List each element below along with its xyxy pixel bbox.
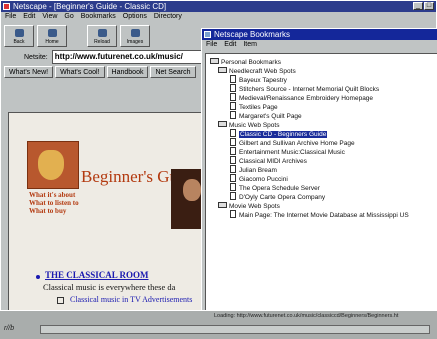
bookmark-page-icon — [230, 75, 236, 84]
status-bar: Loading: http://www.futurenet.co.uk/musi… — [0, 310, 437, 339]
minimize-button[interactable]: _ — [413, 2, 423, 10]
bookmarks-tree: Personal Bookmarks Needlecraft Web Spots… — [205, 53, 437, 313]
page-subheadings: What it's about What to listen to What t… — [29, 191, 79, 215]
home-button[interactable]: Home — [37, 25, 67, 47]
net-search-button[interactable]: Net Search — [150, 66, 196, 78]
whats-cool-button[interactable]: What's Cool! — [55, 66, 105, 78]
location-input[interactable]: http://www.futurenet.co.uk/music/ — [51, 50, 204, 64]
subheading-about: What it's about — [29, 191, 76, 199]
window-controls: _ □ — [413, 2, 434, 10]
bookmark-item[interactable]: Margaret's Quilt Page — [230, 111, 302, 121]
bookmark-page-icon — [230, 210, 236, 219]
bookmark-page-icon — [230, 192, 236, 201]
page-banner-graphic — [27, 141, 79, 189]
page-body-text: Classical music is everywhere these da — [43, 282, 176, 292]
bookmarks-menubar: File Edit Item — [202, 40, 437, 52]
bookmark-item[interactable]: Main Page: The Internet Movie Database a… — [230, 210, 409, 220]
menu-edit[interactable]: Edit — [23, 13, 35, 22]
images-button[interactable]: Images — [120, 25, 150, 47]
bookmark-item[interactable]: The Opera Schedule Server — [230, 183, 320, 193]
bookmark-item-selected[interactable]: Classic CD - Beginners Guide — [230, 129, 328, 139]
menu-view[interactable]: View — [42, 13, 57, 22]
maximize-button[interactable]: □ — [424, 2, 434, 10]
menu-options[interactable]: Options — [123, 13, 147, 22]
bookmark-item[interactable]: Julian Bream — [230, 165, 277, 175]
horizontal-scrollbar[interactable] — [40, 325, 430, 334]
whats-new-button[interactable]: What's New! — [4, 66, 54, 78]
bookmark-folder[interactable]: Movie Web Spots — [218, 202, 280, 211]
subheading-listen: What to listen to — [29, 199, 79, 207]
bookmark-item[interactable]: Classical MIDI Archives — [230, 156, 307, 166]
browser-menubar: File Edit View Go Bookmarks Options Dire… — [1, 12, 436, 23]
page-content: Beginner's Guide What it's about What to… — [8, 112, 227, 313]
images-icon — [131, 29, 140, 37]
bookmarks-menu-item[interactable]: Item — [243, 41, 257, 51]
bookmark-item[interactable]: Gilbert and Sullivan Archive Home Page — [230, 138, 355, 148]
bookmarks-window-icon — [204, 31, 211, 38]
bookmarks-title: Netscape Bookmarks — [214, 30, 291, 39]
bookmark-item[interactable]: Medieval/Renaissance Embroidery Homepage — [230, 93, 373, 103]
bookmarks-window: Netscape Bookmarks File Edit Item Person… — [201, 28, 437, 320]
checkbox-icon — [57, 296, 64, 304]
folder-open-icon — [210, 58, 219, 65]
menu-file[interactable]: File — [5, 13, 16, 22]
bookmark-item[interactable]: Giacomo Puccini — [230, 174, 288, 184]
menu-bookmarks[interactable]: Bookmarks — [81, 13, 116, 22]
home-icon — [48, 29, 57, 37]
bookmark-folder[interactable]: Personal Bookmarks — [210, 58, 281, 67]
browser-title-bar[interactable]: Netscape - [Beginner's Guide - Classic C… — [1, 1, 436, 12]
portrait-face — [183, 179, 201, 201]
bookmark-page-icon — [230, 111, 236, 120]
bookmarks-menu-file[interactable]: File — [206, 41, 217, 51]
bookmark-page-icon — [230, 183, 236, 192]
page-list-item: Classical music in TV Advertisements — [57, 295, 192, 304]
location-label: Netsite: — [24, 53, 48, 61]
bookmark-page-icon — [230, 93, 236, 102]
bookmark-page-icon — [230, 174, 236, 183]
violin-icon — [38, 150, 64, 180]
bookmark-page-icon — [230, 165, 236, 174]
subheading-buy: What to buy — [29, 207, 67, 215]
menu-go[interactable]: Go — [64, 13, 73, 22]
bookmark-item[interactable]: D'Oyly Carte Opera Company — [230, 192, 325, 202]
status-text: Loading: http://www.futurenet.co.uk/musi… — [214, 313, 399, 319]
bookmarks-title-bar[interactable]: Netscape Bookmarks — [202, 29, 437, 40]
classical-room-link[interactable]: THE CLASSICAL ROOM — [45, 270, 149, 280]
bookmarks-menu-edit[interactable]: Edit — [224, 41, 236, 51]
bookmark-page-icon — [230, 138, 236, 147]
bookmark-item[interactable]: Bayeux Tapestry — [230, 75, 287, 85]
back-arrow-icon — [15, 29, 24, 37]
bottom-status-text: r//b — [4, 325, 15, 332]
menu-directory[interactable]: Directory — [154, 13, 182, 22]
bookmark-page-icon — [230, 84, 236, 93]
reload-button[interactable]: Reload — [87, 25, 117, 47]
bookmark-page-icon — [230, 102, 236, 111]
list-bullet — [36, 275, 40, 279]
folder-open-icon — [218, 121, 227, 128]
bookmark-item[interactable]: Entertainment Music:Classical Music — [230, 147, 345, 157]
bookmark-folder[interactable]: Music Web Spots — [218, 121, 279, 130]
handbook-button[interactable]: Handbook — [106, 66, 149, 78]
reload-icon — [98, 29, 107, 37]
browser-title: Netscape - [Beginner's Guide - Classic C… — [13, 2, 167, 11]
folder-open-icon — [218, 67, 227, 74]
back-button[interactable]: Back — [4, 25, 34, 47]
bookmark-page-icon — [230, 156, 236, 165]
bookmark-page-icon — [230, 129, 236, 138]
bookmark-item[interactable]: Textiles Page — [230, 102, 278, 112]
netscape-icon — [3, 3, 10, 10]
bookmark-page-icon — [230, 147, 236, 156]
bookmark-item[interactable]: Stitchers Source - Internet Memorial Qui… — [230, 84, 379, 94]
folder-open-icon — [218, 202, 227, 209]
